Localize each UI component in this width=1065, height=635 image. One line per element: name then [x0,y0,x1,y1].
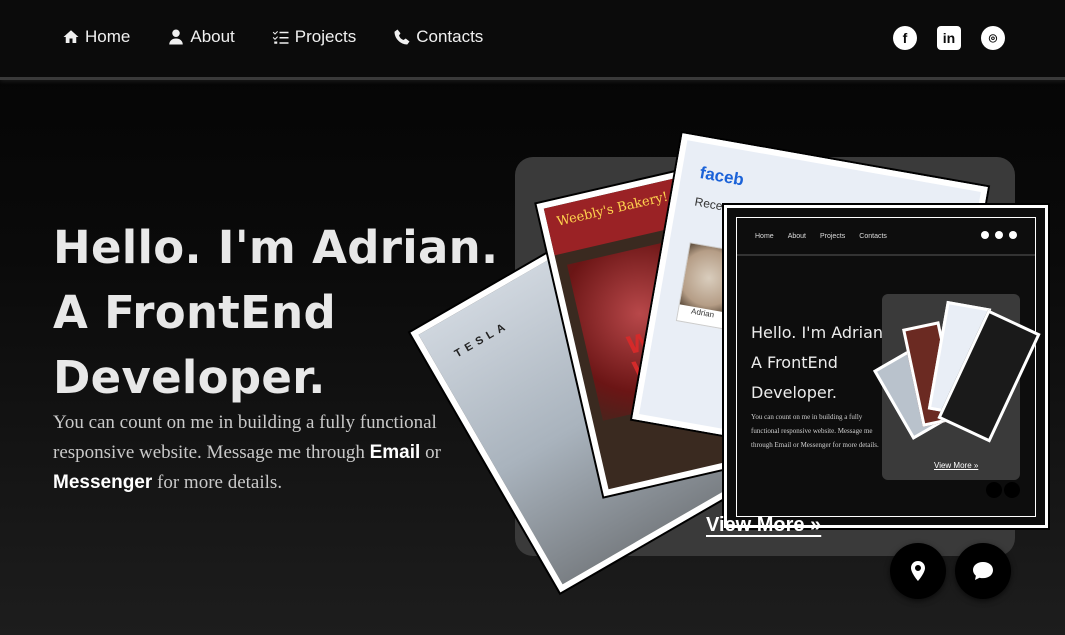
facebook-brand: faceb [698,163,746,190]
map-marker-icon [911,561,925,581]
mini-view-more: View More » [934,461,979,470]
mini-hero-text: You can count on me in building a fully … [751,413,879,449]
mini-hero-title: Hello. I'm Adrian. A FrontEnd Developer. [751,318,888,408]
hero-title-line-1: Hello. I'm Adrian. [53,221,499,274]
mini-collage [873,294,1041,480]
nav-projects-label: Projects [294,27,357,46]
mini-navbar: Home About Projects Contacts [737,218,1035,256]
top-navbar: Home About Projects Contacts f in ⌾ [0,0,1065,80]
project-card-portfolio[interactable]: Home About Projects Contacts Hello. I'm … [724,205,1048,528]
linkedin-glyph: in [942,30,956,46]
facebook-icon[interactable]: f [893,26,917,50]
nav-home-link[interactable]: Home [62,27,130,47]
nav-home-label: Home [85,27,131,46]
mini-location-fab [986,482,1002,498]
mini-nav-projects: Projects [819,232,846,240]
email-link[interactable]: Email [370,442,421,463]
nav-contacts-label: Contacts [416,27,484,46]
chat-button[interactable] [955,543,1011,599]
mini-chat-fab [1004,482,1020,498]
messenger-link[interactable]: Messenger [53,472,152,493]
mini-title-line-3: Developer. [751,383,837,402]
facebook-glyph: f [902,30,908,46]
social-links: f in ⌾ [893,26,1005,50]
list-check-icon [272,31,289,44]
chat-bubble-icon [973,562,993,580]
mini-social-icons [981,231,1017,239]
nav-about-label: About [190,27,235,46]
hero-text-part-2: for more details. [152,472,283,493]
nav-contacts-link[interactable]: Contacts [393,27,483,47]
location-button[interactable] [890,543,946,599]
hero-description: You can count on me in building a fully … [53,408,513,498]
mini-nav-contacts: Contacts [859,232,887,240]
hero-text-or: or [420,442,441,463]
mini-nav-home: Home [755,232,774,240]
linkedin-icon[interactable]: in [937,26,961,50]
mini-title-line-1: Hello. I'm Adrian. [751,323,889,342]
nav-about-link[interactable]: About [167,27,235,47]
portfolio-screenshot: Home About Projects Contacts Hello. I'm … [736,217,1041,517]
mini-nav-about: About [787,232,806,240]
github-glyph: ⌾ [988,29,998,46]
view-more-link[interactable]: View More » [706,514,821,537]
github-icon[interactable]: ⌾ [981,26,1005,50]
nav-projects-link[interactable]: Projects [272,27,356,47]
phone-icon [394,29,410,45]
home-icon [63,30,79,43]
mini-title-line-2: A FrontEnd [751,353,838,372]
tesla-logo: TESLA [452,319,512,361]
user-icon [169,29,184,45]
nav-links: Home About Projects Contacts [62,27,520,47]
